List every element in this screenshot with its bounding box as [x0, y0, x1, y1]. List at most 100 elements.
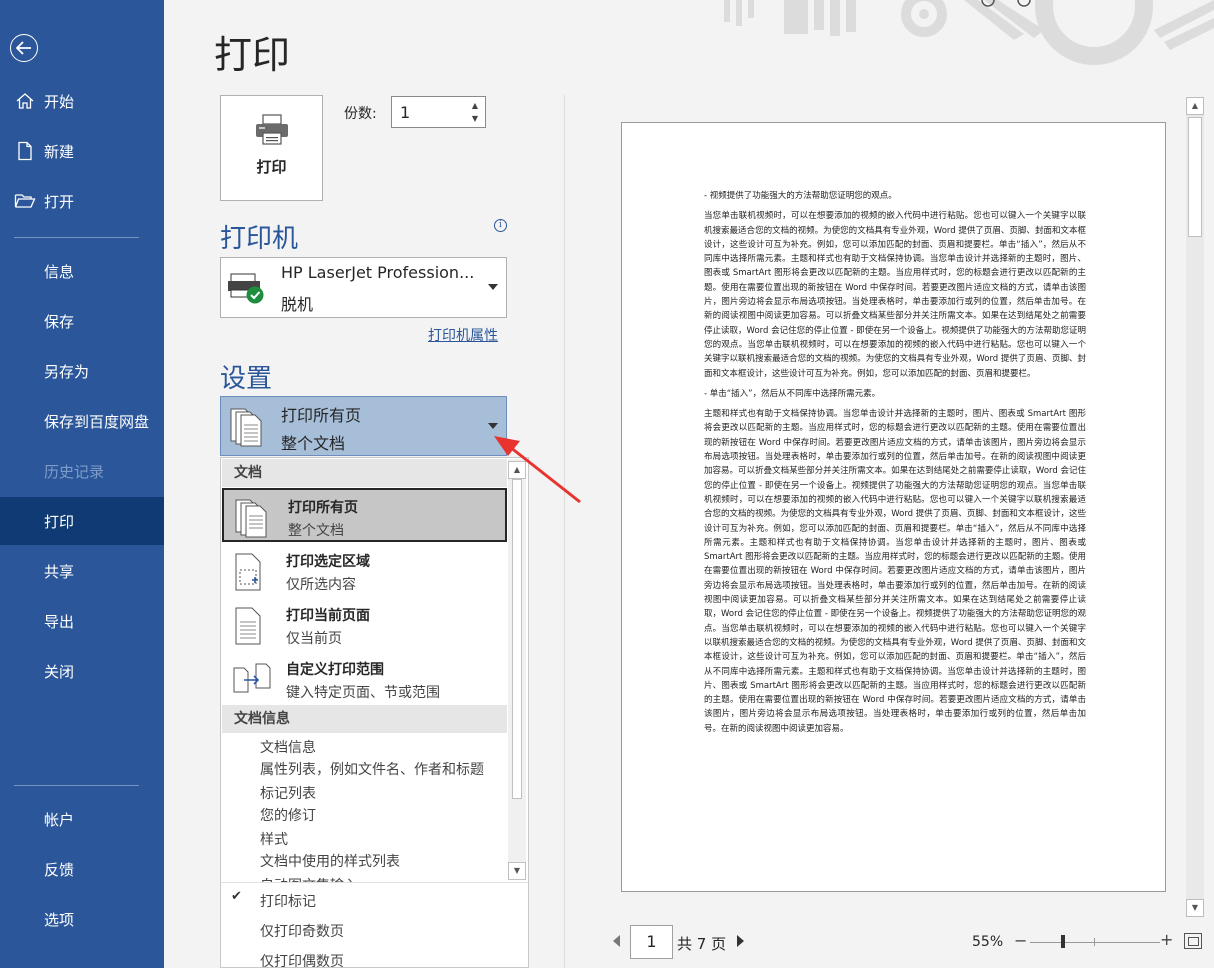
zoom-slider-track[interactable]	[1030, 942, 1160, 943]
scroll-up-arrow[interactable]: ▲	[508, 461, 526, 479]
preview-paragraph: - 视频提供了功能强大的方法帮助您证明您的观点。	[704, 191, 897, 201]
info-item[interactable]: 文档中使用的样式列表	[260, 851, 400, 871]
nav-label: 另存为	[44, 362, 90, 381]
nav-label: 选项	[44, 910, 75, 929]
nav-save-as[interactable]: 另存为	[0, 347, 164, 395]
nav-label: 共享	[44, 562, 75, 581]
nav-feedback[interactable]: 反馈	[0, 845, 164, 893]
spin-buttons[interactable]: ▲ ▼	[469, 99, 481, 125]
zoom-slider-center-mark	[1094, 938, 1095, 946]
group-header-document: 文档	[222, 459, 507, 487]
option-even-pages[interactable]: 仅打印偶数页	[260, 951, 344, 967]
new-document-icon	[14, 140, 36, 162]
nav-label: 保存	[44, 312, 75, 331]
option-sub: 仅所选内容	[286, 577, 356, 593]
nav-home[interactable]: 开始	[0, 77, 164, 125]
nav-save-baidu[interactable]: 保存到百度网盘	[0, 397, 164, 445]
option-title: 打印选定区域	[286, 554, 370, 570]
nav-label: 信息	[44, 262, 75, 281]
option-print-selection[interactable]: 打印选定区域 仅所选内容	[222, 544, 507, 598]
print-preview: - 视频提供了功能强大的方法帮助您证明您的观点。 当您单击联机视频时，可以在想要…	[601, 95, 1191, 915]
scroll-down-arrow[interactable]: ▼	[1186, 899, 1204, 917]
printer-properties-link[interactable]: 打印机属性	[428, 325, 498, 345]
info-item[interactable]: 属性列表，例如文件名、作者和标题	[260, 759, 484, 779]
option-print-current-page[interactable]: 打印当前页面 仅当前页	[222, 598, 507, 652]
scroll-down-arrow[interactable]: ▼	[508, 862, 526, 880]
zoom-slider-thumb[interactable]	[1061, 935, 1065, 948]
open-folder-icon	[14, 190, 36, 212]
print-pane: 打印 打印 份数: 1 ▲ ▼ 打印机 i HP LaserJet Profes…	[164, 0, 1214, 968]
option-sub: 键入特定页面、节或范围	[286, 685, 440, 701]
nav-export[interactable]: 导出	[0, 597, 164, 645]
printer-name: HP LaserJet Profession...	[281, 263, 475, 282]
scroll-up-arrow[interactable]: ▲	[1186, 97, 1204, 115]
header-decoration	[724, 0, 1214, 65]
nav-label: 开始	[44, 92, 75, 111]
info-item[interactable]: 您的修订	[260, 805, 316, 825]
print-button[interactable]: 打印	[220, 95, 323, 201]
next-page-button[interactable]	[737, 935, 744, 947]
scroll-thumb[interactable]	[1188, 117, 1202, 237]
sidebar-divider	[14, 785, 139, 786]
printer-status: 脱机	[281, 295, 314, 314]
nav-label: 帐户	[44, 810, 75, 829]
page-total: 共 7 页	[677, 935, 727, 953]
preview-page: - 视频提供了功能强大的方法帮助您证明您的观点。 当您单击联机视频时，可以在想要…	[621, 122, 1166, 892]
print-options-list: ✔ 打印标记 仅打印奇数页 仅打印偶数页	[221, 882, 528, 967]
preview-scrollbar[interactable]: ▲ ▼	[1186, 97, 1204, 917]
nav-label: 反馈	[44, 860, 75, 879]
option-print-markup[interactable]: 打印标记	[260, 891, 316, 911]
dropdown-scrollbar[interactable]: ▲ ▼	[508, 459, 526, 880]
zoom-out-button[interactable]: −	[1014, 931, 1027, 950]
print-range-select[interactable]: 打印所有页 整个文档	[220, 396, 507, 456]
zoom-in-button[interactable]: +	[1160, 930, 1173, 949]
nav-info[interactable]: 信息	[0, 247, 164, 295]
nav-new[interactable]: 新建	[0, 127, 164, 175]
nav-label: 历史记录	[44, 462, 105, 481]
zoom-percent[interactable]: 55%	[972, 934, 1003, 950]
nav-options[interactable]: 选项	[0, 895, 164, 943]
info-item[interactable]: 标记列表	[260, 783, 316, 803]
nav-label: 打开	[44, 192, 75, 211]
option-custom-range[interactable]: 自定义打印范围 键入特定页面、节或范围	[222, 652, 507, 706]
nav-label: 关闭	[44, 662, 75, 681]
nav-label: 打印	[44, 512, 75, 531]
nav-label: 导出	[44, 612, 75, 631]
option-sub: 整个文档	[288, 523, 344, 539]
preview-text: - 视频提供了功能强大的方法帮助您证明您的观点。 当您单击联机视频时，可以在想要…	[704, 189, 1086, 742]
nav-print[interactable]: 打印	[0, 497, 164, 545]
nav-close[interactable]: 关闭	[0, 647, 164, 695]
chevron-down-icon	[488, 423, 498, 429]
page-number-input[interactable]: 1	[630, 925, 673, 959]
option-odd-pages[interactable]: 仅打印奇数页	[260, 921, 344, 941]
copies-value[interactable]: 1	[400, 103, 410, 122]
fit-page-icon[interactable]	[1184, 933, 1202, 949]
backstage-sidebar: 开始 新建 打开 信息 保存 另存为 保存到百度网盘 历史记录 打印 共享 导出…	[0, 0, 164, 968]
copies-stepper[interactable]: 1 ▲ ▼	[391, 96, 486, 128]
info-item[interactable]: 样式	[260, 829, 288, 849]
print-button-label: 打印	[256, 158, 287, 176]
nav-save[interactable]: 保存	[0, 297, 164, 345]
scroll-thumb[interactable]	[512, 479, 522, 799]
preview-paragraph: 主题和样式也有助于文档保持协调。当您单击设计并选择新的主题时，图片、图表或 Sm…	[704, 409, 1086, 734]
printer-online-icon	[227, 270, 267, 310]
selected-range-title: 打印所有页	[281, 406, 362, 425]
nav-open[interactable]: 打开	[0, 177, 164, 225]
option-title: 打印所有页	[288, 500, 358, 516]
scroll-track[interactable]	[1186, 115, 1204, 899]
preview-paragraph: 当您单击联机视频时，可以在想要添加的视频的嵌入代码中进行粘贴。您也可以键入一个关…	[704, 211, 1086, 379]
sidebar-divider	[14, 237, 139, 238]
nav-share[interactable]: 共享	[0, 547, 164, 595]
info-icon[interactable]: i	[494, 219, 507, 232]
back-arrow-icon[interactable]	[10, 34, 38, 62]
previous-page-button[interactable]	[613, 935, 620, 947]
info-item[interactable]: 文档信息	[260, 737, 316, 757]
selection-icon	[232, 552, 266, 596]
nav-account[interactable]: 帐户	[0, 795, 164, 843]
option-print-all-pages[interactable]: 打印所有页 整个文档	[222, 488, 507, 542]
chevron-down-icon	[488, 284, 498, 290]
settings-heading: 设置	[220, 364, 273, 394]
single-page-icon	[232, 606, 266, 650]
printer-select[interactable]: HP LaserJet Profession... 脱机	[220, 257, 507, 318]
printer-heading: 打印机	[220, 224, 299, 254]
